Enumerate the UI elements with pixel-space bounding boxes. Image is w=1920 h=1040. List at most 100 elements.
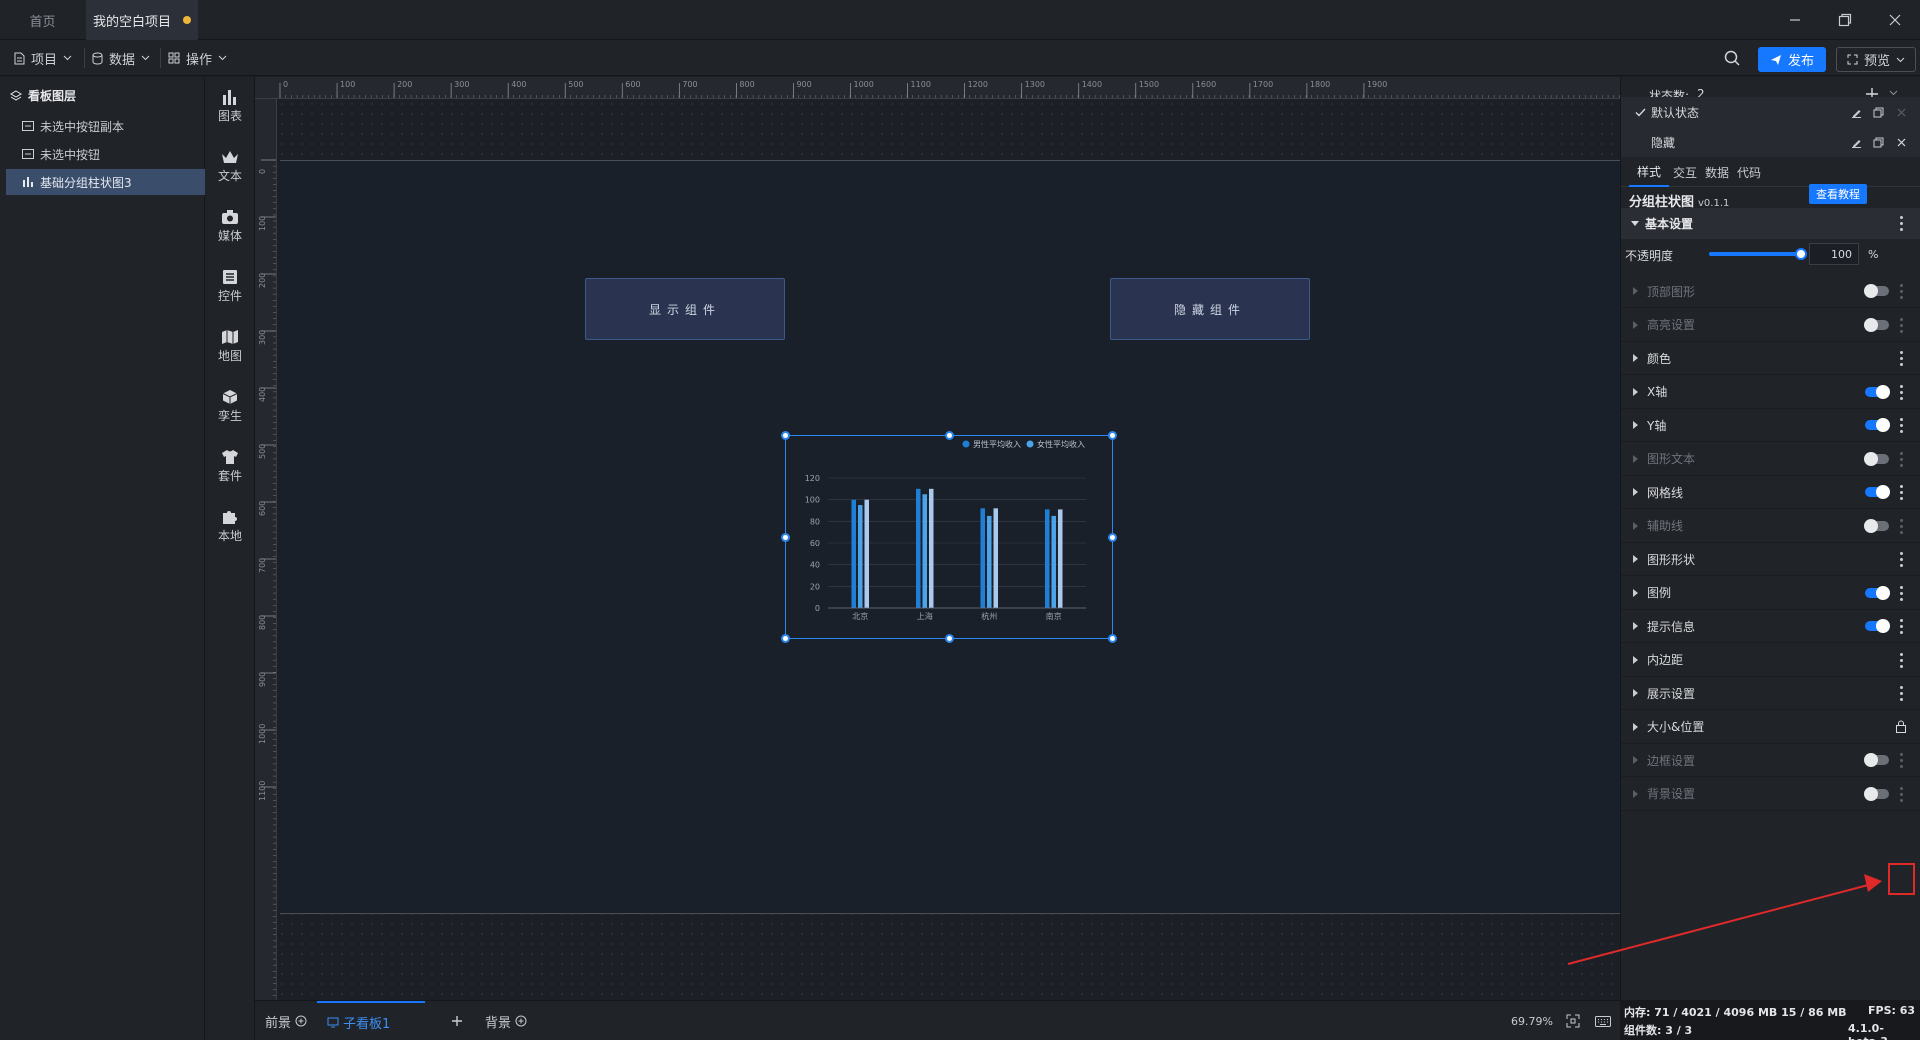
more-options-icon[interactable]: [1899, 552, 1903, 567]
setting-toggle[interactable]: [1865, 418, 1890, 432]
close-icon[interactable]: [1897, 138, 1906, 147]
resize-handle[interactable]: [781, 431, 790, 440]
setting-row[interactable]: 大小&位置: [1621, 711, 1920, 744]
more-options-icon[interactable]: [1899, 351, 1903, 366]
opacity-input[interactable]: 100: [1809, 243, 1859, 265]
setting-toggle[interactable]: [1865, 384, 1890, 399]
add-board-button[interactable]: [451, 1001, 463, 1040]
resize-handle[interactable]: [1108, 533, 1117, 542]
setting-row[interactable]: 提示信息: [1621, 610, 1920, 643]
more-options-icon[interactable]: [1899, 384, 1903, 400]
menu-data[interactable]: 数据: [92, 40, 150, 76]
menu-operate[interactable]: 操作: [168, 40, 227, 76]
tab-home[interactable]: 首页: [0, 0, 85, 40]
keyboard-button[interactable]: [1595, 1001, 1611, 1040]
setting-toggle[interactable]: [1864, 317, 1889, 332]
edit-icon[interactable]: [1851, 137, 1862, 148]
publish-button[interactable]: 发布: [1758, 47, 1826, 72]
copy-icon[interactable]: [1873, 107, 1884, 118]
chart-component[interactable]: 0 20 40 60 80 100 120 北京 上海 杭州 南京 男性平均收入 女性平均收入: [785, 435, 1113, 639]
tool-twin[interactable]: 孪生: [205, 381, 255, 431]
setting-row[interactable]: 图形文本: [1621, 443, 1920, 476]
resize-handle[interactable]: [781, 533, 790, 542]
tab-background[interactable]: 背景: [485, 1001, 527, 1040]
more-options-icon[interactable]: [1899, 518, 1903, 534]
setting-row[interactable]: 辅助线: [1621, 510, 1920, 543]
tool-kit[interactable]: 套件: [205, 441, 255, 491]
resize-handle[interactable]: [781, 634, 790, 643]
more-options-icon[interactable]: [1899, 753, 1903, 768]
tab-code[interactable]: 代码: [1733, 157, 1765, 187]
layer-item[interactable]: 未选中按钮: [6, 141, 205, 167]
setting-row[interactable]: 边框设置: [1621, 744, 1920, 777]
tab-style[interactable]: 样式: [1629, 157, 1669, 187]
more-options-icon[interactable]: [1899, 284, 1903, 299]
setting-row[interactable]: 网格线: [1621, 476, 1920, 509]
more-options-icon[interactable]: [1899, 451, 1903, 467]
preview-button[interactable]: 预览: [1836, 47, 1916, 72]
setting-toggle[interactable]: [1864, 786, 1889, 801]
resize-handle[interactable]: [1108, 431, 1117, 440]
tab-data[interactable]: 数据: [1701, 157, 1733, 187]
setting-row[interactable]: 顶部图形: [1621, 275, 1920, 308]
setting-row[interactable]: 展示设置: [1621, 677, 1920, 710]
resize-handle[interactable]: [1108, 634, 1117, 643]
tab-interaction[interactable]: 交互: [1669, 157, 1701, 187]
more-options-icon[interactable]: [1899, 686, 1903, 701]
setting-toggle[interactable]: [1864, 284, 1889, 298]
lock-icon[interactable]: [1895, 720, 1907, 733]
opacity-slider[interactable]: [1709, 248, 1807, 260]
layer-item-selected[interactable]: 基础分组柱状图3: [6, 169, 205, 195]
setting-toggle[interactable]: [1864, 451, 1889, 466]
collapse-states-button[interactable]: [1889, 90, 1898, 96]
tool-map[interactable]: 地图: [205, 321, 255, 371]
hide-component-button[interactable]: 隐藏组件: [1110, 278, 1310, 340]
setting-row[interactable]: Y轴: [1621, 409, 1920, 442]
tab-project[interactable]: 我的空白项目: [86, 0, 198, 40]
more-options-icon[interactable]: [1899, 485, 1903, 500]
opacity-slider-handle[interactable]: [1795, 248, 1807, 260]
setting-row[interactable]: 图例: [1621, 577, 1920, 610]
setting-row[interactable]: X轴: [1621, 376, 1920, 409]
search-button[interactable]: [1724, 50, 1740, 66]
close-window-button[interactable]: [1870, 0, 1920, 40]
menu-project[interactable]: 项目: [14, 40, 72, 76]
minimize-button[interactable]: [1770, 0, 1820, 40]
tab-subboard[interactable]: 子看板1: [317, 1001, 425, 1040]
tool-chart[interactable]: 图表: [205, 81, 255, 131]
restore-button[interactable]: [1820, 0, 1870, 40]
fit-screen-button[interactable]: [1566, 1001, 1580, 1040]
tab-foreground[interactable]: 前景: [265, 1001, 307, 1040]
more-options-icon[interactable]: [1899, 652, 1903, 668]
more-options-icon[interactable]: [1899, 216, 1903, 231]
setting-row[interactable]: 内边距: [1621, 644, 1920, 677]
more-options-icon[interactable]: [1899, 619, 1903, 634]
zoom-level[interactable]: 69.79%: [1511, 1001, 1553, 1040]
tutorial-button[interactable]: 查看教程: [1809, 184, 1867, 204]
setting-toggle[interactable]: [1865, 619, 1890, 633]
setting-toggle[interactable]: [1865, 485, 1890, 499]
state-item-default[interactable]: 默认状态: [1621, 97, 1920, 127]
tool-local[interactable]: 本地: [205, 501, 255, 551]
close-icon[interactable]: [1897, 108, 1906, 117]
more-options-icon[interactable]: [1899, 418, 1903, 433]
more-options-icon[interactable]: [1899, 317, 1903, 333]
setting-toggle[interactable]: [1864, 518, 1889, 533]
more-options-icon[interactable]: [1899, 585, 1903, 601]
setting-toggle[interactable]: [1865, 585, 1890, 600]
resize-handle[interactable]: [945, 431, 954, 440]
copy-icon[interactable]: [1873, 137, 1884, 148]
setting-row[interactable]: 颜色: [1621, 342, 1920, 375]
edit-icon[interactable]: [1851, 107, 1862, 118]
setting-row[interactable]: 高亮设置: [1621, 309, 1920, 342]
basic-settings-header[interactable]: 基本设置: [1621, 208, 1920, 239]
resize-handle[interactable]: [945, 634, 954, 643]
setting-row[interactable]: 背景设置: [1621, 778, 1920, 811]
show-component-button[interactable]: 显示组件: [585, 278, 785, 340]
layer-item[interactable]: 未选中按钮副本: [6, 113, 205, 139]
setting-toggle[interactable]: [1864, 753, 1889, 767]
more-options-icon[interactable]: [1899, 786, 1903, 802]
setting-row[interactable]: 图形形状: [1621, 543, 1920, 576]
tool-widget[interactable]: 控件: [205, 261, 255, 311]
tool-media[interactable]: 媒体: [205, 201, 255, 251]
